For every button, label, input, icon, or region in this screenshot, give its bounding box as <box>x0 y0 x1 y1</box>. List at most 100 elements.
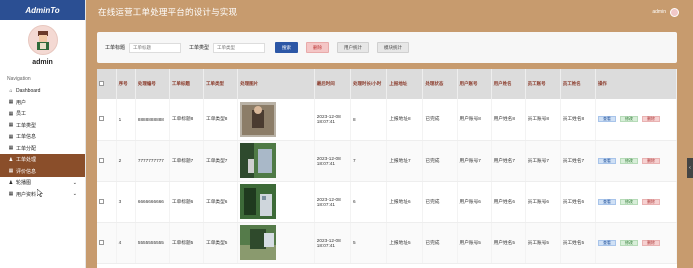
sidebar-item-label: 用户资料 <box>16 191 37 198</box>
view-button[interactable]: 查看 <box>597 116 616 123</box>
cell-user-account: 用户账号8 <box>457 99 492 141</box>
edit-button[interactable]: 修改 <box>619 239 638 246</box>
cell-actions: 查看 修改 删除 <box>595 140 677 182</box>
cell-user-name: 用户姓名5 <box>491 222 526 264</box>
sidebar-item-ticket-info[interactable]: ▦ 工单信息 <box>0 131 85 143</box>
cell-index: 3 <box>116 181 136 223</box>
cell-status: 已完成 <box>422 140 458 182</box>
nav-section-title: Navigation <box>7 76 31 82</box>
sidebar-item-reviews[interactable]: ▦ 评价信息 <box>0 165 85 177</box>
sidebar-item-label: 员工 <box>16 111 27 118</box>
cell-time: 2023-12-08 18:07:41 <box>314 222 351 264</box>
delete-row-button[interactable]: 删除 <box>641 116 660 123</box>
cell-actions: 查看 修改 删除 <box>595 222 677 264</box>
edit-button[interactable]: 修改 <box>619 157 638 164</box>
sidebar-item-label: 轮播图 <box>16 180 32 187</box>
sidebar: AdminTo admin Navigation ⌂ Dashboard ▦ 用… <box>0 0 86 268</box>
user-stats-button[interactable]: 用户统计 <box>337 42 370 53</box>
cell-index: 4 <box>116 222 136 264</box>
header-username[interactable]: admin <box>652 9 666 15</box>
sidebar-item-label: 工单信息 <box>16 134 37 141</box>
col-header[interactable]: 员工姓名 <box>560 69 596 99</box>
ticket-image[interactable] <box>240 184 277 219</box>
cell-staff-account: 员工账号6 <box>525 181 561 223</box>
home-icon: ⌂ <box>9 87 13 94</box>
cell-time: 2023-12-08 18:07:41 <box>314 140 351 182</box>
row-checkbox[interactable] <box>99 239 104 245</box>
select-all-checkbox[interactable] <box>99 81 104 86</box>
view-button[interactable]: 查看 <box>597 157 616 164</box>
cell-index: 2 <box>116 140 136 182</box>
cell-actions: 查看 修改 删除 <box>595 99 677 141</box>
title-filter-input[interactable] <box>129 42 182 53</box>
col-header[interactable]: 用户账号 <box>457 69 492 99</box>
view-button[interactable]: 查看 <box>597 239 616 246</box>
cell-address: 上报地址6 <box>386 181 424 223</box>
cell-status: 已完成 <box>422 181 458 223</box>
col-header[interactable]: 最后时间 <box>314 69 351 99</box>
view-button[interactable]: 查看 <box>597 198 616 205</box>
cell-staff-account: 员工账号7 <box>525 140 561 182</box>
delete-row-button[interactable]: 删除 <box>641 198 660 205</box>
col-header[interactable]: 上报地址 <box>386 69 424 99</box>
search-button[interactable]: 搜索 <box>275 42 299 53</box>
app-logo[interactable]: AdminTo <box>0 0 85 20</box>
type-filter-input[interactable] <box>213 42 266 53</box>
right-drawer-toggle[interactable]: ‹ <box>687 158 693 178</box>
sidebar-item-dashboard[interactable]: ⌂ Dashboard <box>0 85 85 97</box>
grid-icon: ▦ <box>8 99 14 106</box>
col-header[interactable]: 员工账号 <box>525 69 561 99</box>
user-avatar[interactable] <box>670 7 679 17</box>
ticket-table-panel: 序号 处理编号 工单标题 工单类型 处理图片 最后时间 处理时长/小时 上报地址… <box>97 69 677 268</box>
sidebar-item-label: Dashboard <box>16 87 41 94</box>
select-all-cell[interactable] <box>97 69 117 99</box>
row-checkbox[interactable] <box>99 157 104 163</box>
cell-type: 工单类型6 <box>203 181 239 223</box>
cell-title: 工单标题6 <box>169 181 205 223</box>
delete-button[interactable]: 删除 <box>306 42 330 53</box>
col-header[interactable]: 处理状态 <box>422 69 458 99</box>
ticket-image[interactable] <box>240 143 277 178</box>
edit-button[interactable]: 修改 <box>619 116 638 123</box>
cell-title: 工单标题5 <box>169 222 205 264</box>
grid-icon: ▦ <box>8 122 14 129</box>
row-checkbox[interactable] <box>99 198 104 204</box>
row-checkbox[interactable] <box>99 116 104 122</box>
sidebar-item-label: 工单处理 <box>16 157 37 164</box>
col-header[interactable]: 处理编号 <box>135 69 170 99</box>
sidebar-item-staff[interactable]: ▦ 员工 <box>0 108 85 120</box>
ticket-table: 序号 处理编号 工单标题 工单类型 处理图片 最后时间 处理时长/小时 上报地址… <box>97 69 677 264</box>
sidebar-item-ticket-types[interactable]: ▦ 工单类型 <box>0 120 85 132</box>
cell-title: 工单标题8 <box>169 99 205 141</box>
sidebar-item-users[interactable]: ▦ 用户 <box>0 97 85 109</box>
chevron-down-icon: ⌄ <box>72 179 77 186</box>
col-header[interactable]: 序号 <box>116 69 136 99</box>
cell-index: 1 <box>116 99 136 141</box>
col-header[interactable]: 处理图片 <box>237 69 315 99</box>
top-header: 在线运营工单处理平台的设计与实现 admin <box>86 0 693 24</box>
cell-staff-name: 员工姓名5 <box>560 222 596 264</box>
ticket-image[interactable] <box>240 225 277 260</box>
edit-button[interactable]: 修改 <box>619 198 638 205</box>
col-header[interactable]: 工单标题 <box>169 69 205 99</box>
ticket-image[interactable] <box>240 101 277 137</box>
sidebar-item-label: 工单类型 <box>16 122 37 129</box>
cell-code: 7777777777 <box>135 140 170 182</box>
cell-title: 工单标题7 <box>169 140 205 182</box>
user-menu[interactable]: admin <box>652 7 679 17</box>
delete-row-button[interactable]: 删除 <box>641 157 660 164</box>
col-header[interactable]: 工单类型 <box>203 69 239 99</box>
col-header[interactable]: 用户姓名 <box>491 69 526 99</box>
chevron-down-icon: ⌄ <box>72 191 77 198</box>
cell-status: 已完成 <box>422 99 458 141</box>
avatar <box>27 25 58 55</box>
module-stats-button[interactable]: 模块统计 <box>377 42 410 53</box>
cell-image <box>237 181 315 223</box>
sidebar-item-ticket-process[interactable]: ♟ 工单处理 <box>0 154 85 166</box>
sidebar-item-ticket-assign[interactable]: ▦ 工单分配 <box>0 143 85 155</box>
col-header[interactable]: 处理时长/小时 <box>350 69 388 99</box>
grid-icon: ▦ <box>8 133 14 140</box>
cell-image <box>237 140 315 182</box>
sidebar-item-carousel[interactable]: ♟ 轮播图 ⌄ <box>0 177 85 189</box>
delete-row-button[interactable]: 删除 <box>641 239 660 246</box>
